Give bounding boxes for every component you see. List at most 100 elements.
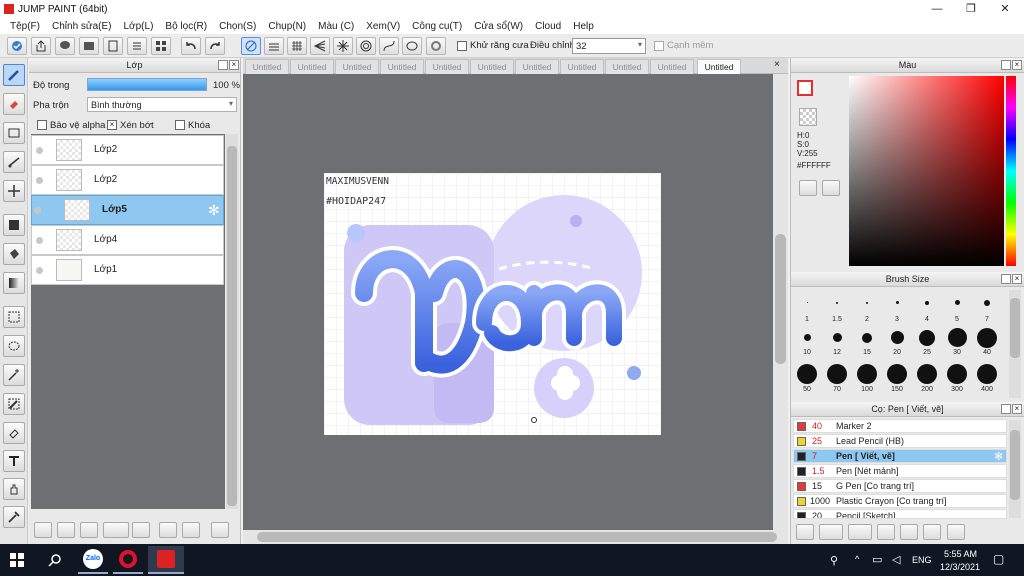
brush-delete-button[interactable] [947, 524, 965, 540]
brush-size-scrollbar[interactable] [1009, 290, 1021, 398]
maximize-button[interactable]: ❐ [954, 0, 988, 18]
visibility-icon[interactable] [36, 267, 43, 274]
no-ruler-button[interactable] [241, 37, 261, 55]
brush-item[interactable]: 1000 Plastic Crayon [Co trang trí] [793, 494, 1007, 508]
gradient-tool-button[interactable] [3, 272, 25, 294]
windows-start-icon[interactable] [10, 553, 24, 567]
brush-size-item[interactable]: 100 [852, 364, 882, 393]
eyedropper-tool-button[interactable] [3, 506, 25, 528]
gear-icon[interactable]: ✻ [994, 450, 1003, 463]
volume-icon[interactable]: ◁ [892, 553, 900, 566]
menu-window[interactable]: Cửa sổ(W) [468, 21, 529, 32]
folder-button[interactable] [132, 522, 150, 538]
select-eraser-tool-button[interactable] [3, 422, 25, 444]
clock-time[interactable]: 5:55 AM [944, 549, 977, 559]
message-button[interactable] [79, 37, 99, 55]
panel-popout-icon[interactable] [1001, 60, 1011, 70]
select-rect-tool-button[interactable] [3, 306, 25, 328]
panel-popout-icon[interactable] [1001, 404, 1011, 414]
brush-item-selected[interactable]: 7 Pen [ Viết, vẽ] ✻ [793, 449, 1007, 463]
tab-untitled[interactable]: Untitled [335, 59, 379, 74]
brush-size-item[interactable]: 30 [942, 328, 972, 356]
clock-date[interactable]: 12/3/2021 [940, 562, 980, 572]
opacity-slider[interactable] [87, 78, 207, 91]
artboard[interactable]: MAXIMUSVENN #HOIDAP247 [324, 173, 661, 435]
adjust-select[interactable]: 32 ▾ [572, 38, 646, 54]
ellipse-ruler-button[interactable] [402, 37, 422, 55]
tabs-close-icon[interactable]: × [774, 59, 780, 70]
brush-size-item[interactable]: 12 [822, 328, 852, 356]
brush-size-item[interactable]: 15 [852, 328, 882, 356]
layer-row[interactable]: Lớp2 [31, 135, 224, 165]
brush-size-item[interactable]: 1 [792, 292, 822, 323]
grid-view-button[interactable] [151, 37, 171, 55]
soft-edge-checkbox[interactable] [654, 41, 664, 51]
panel-close-icon[interactable]: × [1012, 60, 1022, 70]
delete-layer-button[interactable] [211, 522, 229, 538]
tab-untitled[interactable]: Untitled [245, 59, 289, 74]
brush-size-item[interactable]: 1.5 [822, 292, 852, 323]
palette-icon[interactable] [799, 180, 817, 196]
network-icon[interactable]: ▭ [872, 553, 882, 566]
brush-item[interactable]: 15 G Pen [Co trang trí] [793, 479, 1007, 493]
new-8bit-layer-button[interactable] [80, 522, 98, 538]
blend-mode-select[interactable]: Bình thường ▾ [87, 97, 237, 112]
palette-settings-icon[interactable] [822, 180, 840, 196]
menu-select[interactable]: Chọn(S) [213, 21, 262, 32]
minimize-button[interactable]: — [920, 0, 954, 18]
menu-view[interactable]: Xem(V) [360, 21, 406, 32]
brush-size-item[interactable]: 7 [972, 292, 1002, 323]
tab-untitled[interactable]: Untitled [515, 59, 559, 74]
menu-tools[interactable]: Công cụ(T) [406, 21, 468, 32]
layer-list-scrollbar[interactable] [226, 134, 238, 509]
move-tool-button[interactable] [3, 180, 25, 202]
rectangle-select-tool-button[interactable] [3, 122, 25, 144]
brush-item[interactable]: 40 Marker 2 [793, 419, 1007, 433]
taskbar-opera[interactable] [113, 546, 143, 574]
fill-rect-tool-button[interactable] [3, 214, 25, 236]
brush-size-item[interactable]: 5 [942, 292, 972, 323]
redo-button[interactable] [205, 37, 225, 55]
brush-size-item[interactable]: 70 [822, 364, 852, 393]
bucket-tool-button[interactable] [3, 243, 25, 265]
menu-edit[interactable]: Chỉnh sửa(E) [46, 21, 118, 32]
brush-size-item[interactable]: 300 [942, 364, 972, 393]
brush-size-item[interactable]: 10 [792, 328, 822, 356]
taskbar-zalo[interactable]: Zalo [78, 546, 108, 574]
foreground-color-swatch[interactable] [797, 80, 813, 96]
menu-cloud[interactable]: Cloud [529, 21, 567, 32]
layer-row[interactable]: Lớp2 [31, 165, 224, 195]
radial-ruler-button[interactable] [333, 37, 353, 55]
color-picker-square[interactable] [849, 76, 1004, 266]
comment-button[interactable] [55, 37, 75, 55]
cloud-save-button[interactable] [7, 37, 27, 55]
brush-folder-button[interactable] [900, 524, 918, 540]
layer-row[interactable]: Lớp4 [31, 225, 224, 255]
menu-capture[interactable]: Chụp(N) [262, 21, 312, 32]
brush-size-item[interactable]: 50 [792, 364, 822, 393]
close-button[interactable]: ✕ [988, 0, 1022, 18]
search-icon[interactable] [48, 553, 62, 567]
document-button[interactable] [103, 37, 123, 55]
grid-ruler-button[interactable] [287, 37, 307, 55]
add-layer-menu-button[interactable] [103, 522, 129, 538]
parallel-ruler-button[interactable] [264, 37, 284, 55]
language-indicator[interactable]: ENG [912, 555, 932, 565]
tab-untitled[interactable]: Untitled [650, 59, 694, 74]
panel-close-icon[interactable]: × [1012, 274, 1022, 284]
brush-item[interactable]: 1.5 Pen [Nét mảnh] [793, 464, 1007, 478]
lasso-tool-button[interactable] [3, 335, 25, 357]
panel-close-icon[interactable]: × [1012, 404, 1022, 414]
brush-size-item[interactable]: 20 [882, 328, 912, 356]
canvas-vertical-scrollbar[interactable] [773, 74, 788, 530]
tab-untitled[interactable]: Untitled [560, 59, 604, 74]
perspective-ruler-button[interactable] [310, 37, 330, 55]
share-button[interactable] [31, 37, 51, 55]
tab-untitled[interactable]: Untitled [605, 59, 649, 74]
brush-page-menu-button[interactable] [848, 524, 872, 540]
people-icon[interactable]: ⚲ [830, 554, 838, 567]
canvas-horizontal-scrollbar[interactable] [243, 530, 788, 544]
brush-size-item[interactable]: 40 [972, 328, 1002, 356]
concentric-ruler-button[interactable] [356, 37, 376, 55]
brush-size-item[interactable]: 25 [912, 328, 942, 356]
